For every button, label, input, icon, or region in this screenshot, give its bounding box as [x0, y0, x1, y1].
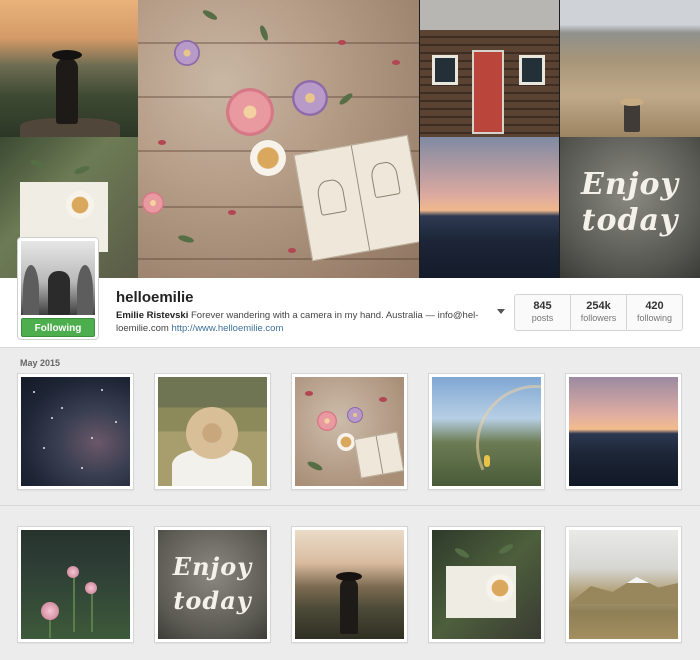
profile-full-name: Emilie Ristevski — [116, 310, 189, 321]
photo-thumbnail-enjoy-today[interactable]: Enjoy today — [154, 526, 271, 643]
photo-thumbnail-galaxy[interactable] — [17, 373, 134, 490]
profile-website-link[interactable]: http://www.helloemilie.com — [171, 323, 283, 334]
photo-thumbnail-mountains[interactable] — [565, 526, 682, 643]
stat-posts-label: posts — [531, 313, 554, 323]
today-lettering: today — [581, 203, 679, 238]
today-lettering: today — [173, 586, 252, 615]
person-hat — [620, 98, 644, 106]
tea-cup — [250, 140, 286, 176]
stat-followers-label: followers — [580, 313, 617, 323]
photo-thumbnail-rainbow-hills[interactable] — [428, 373, 545, 490]
photo-thumbnail-sunset-hiker[interactable] — [291, 526, 408, 643]
stat-following-label: following — [636, 313, 673, 323]
cover-photo-flower-table — [138, 0, 419, 278]
photo-thumbnail-wildflowers[interactable] — [17, 526, 134, 643]
tea-cup — [66, 191, 94, 219]
photo-thumbnail-flower-table[interactable] — [291, 373, 408, 490]
cover-photo-mosaic: Enjoy today — [0, 0, 700, 278]
profile-bio: Emilie Ristevski Forever wandering with … — [116, 309, 506, 335]
hiker-hat — [52, 50, 82, 60]
hiker-silhouette — [56, 58, 78, 124]
avatar[interactable] — [21, 241, 95, 315]
cover-photo-valley — [560, 0, 700, 137]
stat-posts-count: 845 — [533, 300, 552, 312]
photo-thumbnail-tea-book[interactable] — [428, 526, 545, 643]
cover-photo-enjoy-today: Enjoy today — [560, 137, 700, 278]
stat-following-count: 420 — [645, 300, 664, 312]
open-book — [293, 134, 419, 262]
purple-flower — [292, 80, 328, 116]
cover-photo-cabin-door — [420, 0, 559, 137]
pink-flower — [142, 192, 164, 214]
chevron-down-icon[interactable] — [497, 309, 505, 314]
cover-photo-sunset-hiker — [0, 0, 138, 137]
purple-flower — [174, 40, 200, 66]
photo-thumbnail-dusk[interactable] — [565, 373, 682, 490]
cabin-window — [519, 55, 545, 85]
avatar-person — [48, 271, 70, 315]
stat-followers[interactable]: 254k followers — [571, 295, 627, 330]
stat-posts[interactable]: 845 posts — [515, 295, 571, 330]
stat-following[interactable]: 420 following — [627, 295, 682, 330]
pink-flower — [226, 88, 274, 136]
cover-photo-dusk-mountains — [420, 137, 559, 278]
row-divider — [0, 505, 700, 506]
cabin-window — [432, 55, 458, 85]
following-button[interactable]: Following — [21, 318, 95, 337]
photo-thumbnail-straw-hat[interactable] — [154, 373, 271, 490]
cabin-door — [472, 50, 504, 134]
month-section-label: May 2015 — [20, 358, 61, 368]
enjoy-lettering: Enjoy — [581, 167, 679, 202]
stat-followers-count: 254k — [586, 300, 611, 312]
profile-avatar-card: Following — [17, 237, 99, 340]
profile-stats: 845 posts 254k followers 420 following — [514, 294, 683, 331]
enjoy-lettering: Enjoy — [172, 552, 253, 581]
profile-username: helloemilie — [116, 289, 194, 306]
